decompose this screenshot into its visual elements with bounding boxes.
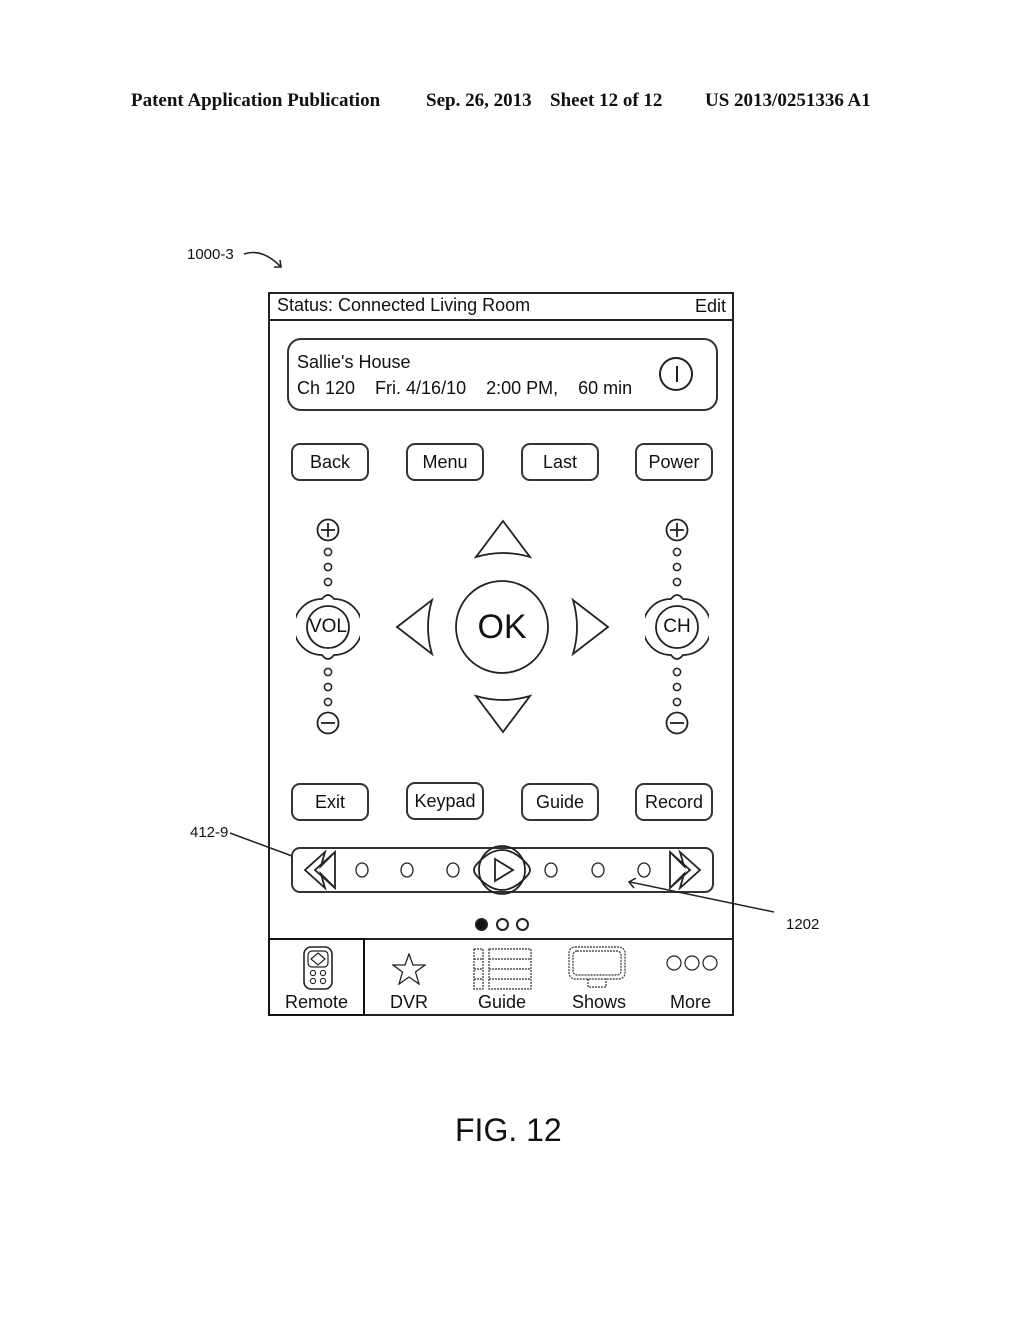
tab-guide[interactable]: Guide [453,940,551,1016]
menu-button[interactable]: Menu [406,443,484,481]
more-dots-icon [666,955,718,971]
status-bar: Status: Connected Living Room Edit [268,292,734,321]
tab-bar: Remote DVR Guide Shows More [268,938,734,1016]
tab-shows[interactable]: Shows [551,940,647,1016]
tv-icon [568,946,626,988]
tab-dvr-label: DVR [389,992,428,1012]
arrow-right-icon[interactable] [571,597,610,657]
guide-button[interactable]: Guide [521,783,599,821]
keypad-button[interactable]: Keypad [406,782,484,820]
grid-list-icon [473,948,532,990]
tab-guide-label: Guide [477,992,527,1012]
figure-caption: FIG. 12 [455,1112,562,1148]
tab-dvr[interactable]: DVR [365,940,453,1016]
tab-shows-label: Shows [571,992,627,1012]
now-playing-card[interactable]: Sallie's House Ch 120 Fri. 4/16/10 2:00 … [287,338,718,411]
page-indicator-3[interactable] [516,918,529,931]
tab-more[interactable]: More [647,940,734,1016]
tab-remote[interactable]: Remote [268,938,365,1016]
tab-more-label: More [669,992,711,1012]
reference-label-device: 1000-3 [187,246,234,263]
sheet-number: Sheet 12 of 12 [550,90,663,111]
power-button[interactable]: Power [635,443,713,481]
connection-status: Status: Connected Living Room [277,295,531,315]
reference-arrow-device [243,251,282,268]
reference-leader-transport [229,832,293,857]
rewind-icon[interactable] [303,849,336,891]
edit-button[interactable]: Edit [695,296,726,317]
publication-date: Sep. 26, 2013 [426,90,532,111]
remote-icon [303,946,333,990]
reference-label-scrubber: 1202 [786,916,820,933]
reference-label-transport: 412-9 [190,824,229,841]
star-icon [392,953,426,985]
page-indicator-1-active[interactable] [475,918,488,931]
plus-icon[interactable] [316,518,340,542]
ok-label: OK [477,608,527,646]
arrow-down-icon[interactable] [473,694,533,734]
minus-icon[interactable] [316,711,340,735]
record-button[interactable]: Record [635,783,713,821]
last-button[interactable]: Last [521,443,599,481]
program-details: Ch 120 Fri. 4/16/10 2:00 PM, 60 min [297,378,633,398]
tab-remote-label: Remote [284,992,349,1012]
play-icon[interactable] [473,845,531,895]
power-icon[interactable] [659,357,693,391]
minus-icon[interactable] [665,711,689,735]
channel-label: CH [663,616,691,637]
back-button[interactable]: Back [291,443,369,481]
arrow-up-icon[interactable] [473,519,533,559]
arrow-left-icon[interactable] [395,597,434,657]
reference-leader-scrubber [627,878,775,913]
publication-label: Patent Application Publication [131,90,381,111]
plus-icon[interactable] [665,518,689,542]
volume-label: VOL [308,616,348,637]
program-title: Sallie's House [297,352,411,372]
exit-button[interactable]: Exit [291,783,369,821]
patent-number: US 2013/0251336 A1 [705,90,871,111]
page-indicator-2[interactable] [496,918,509,931]
